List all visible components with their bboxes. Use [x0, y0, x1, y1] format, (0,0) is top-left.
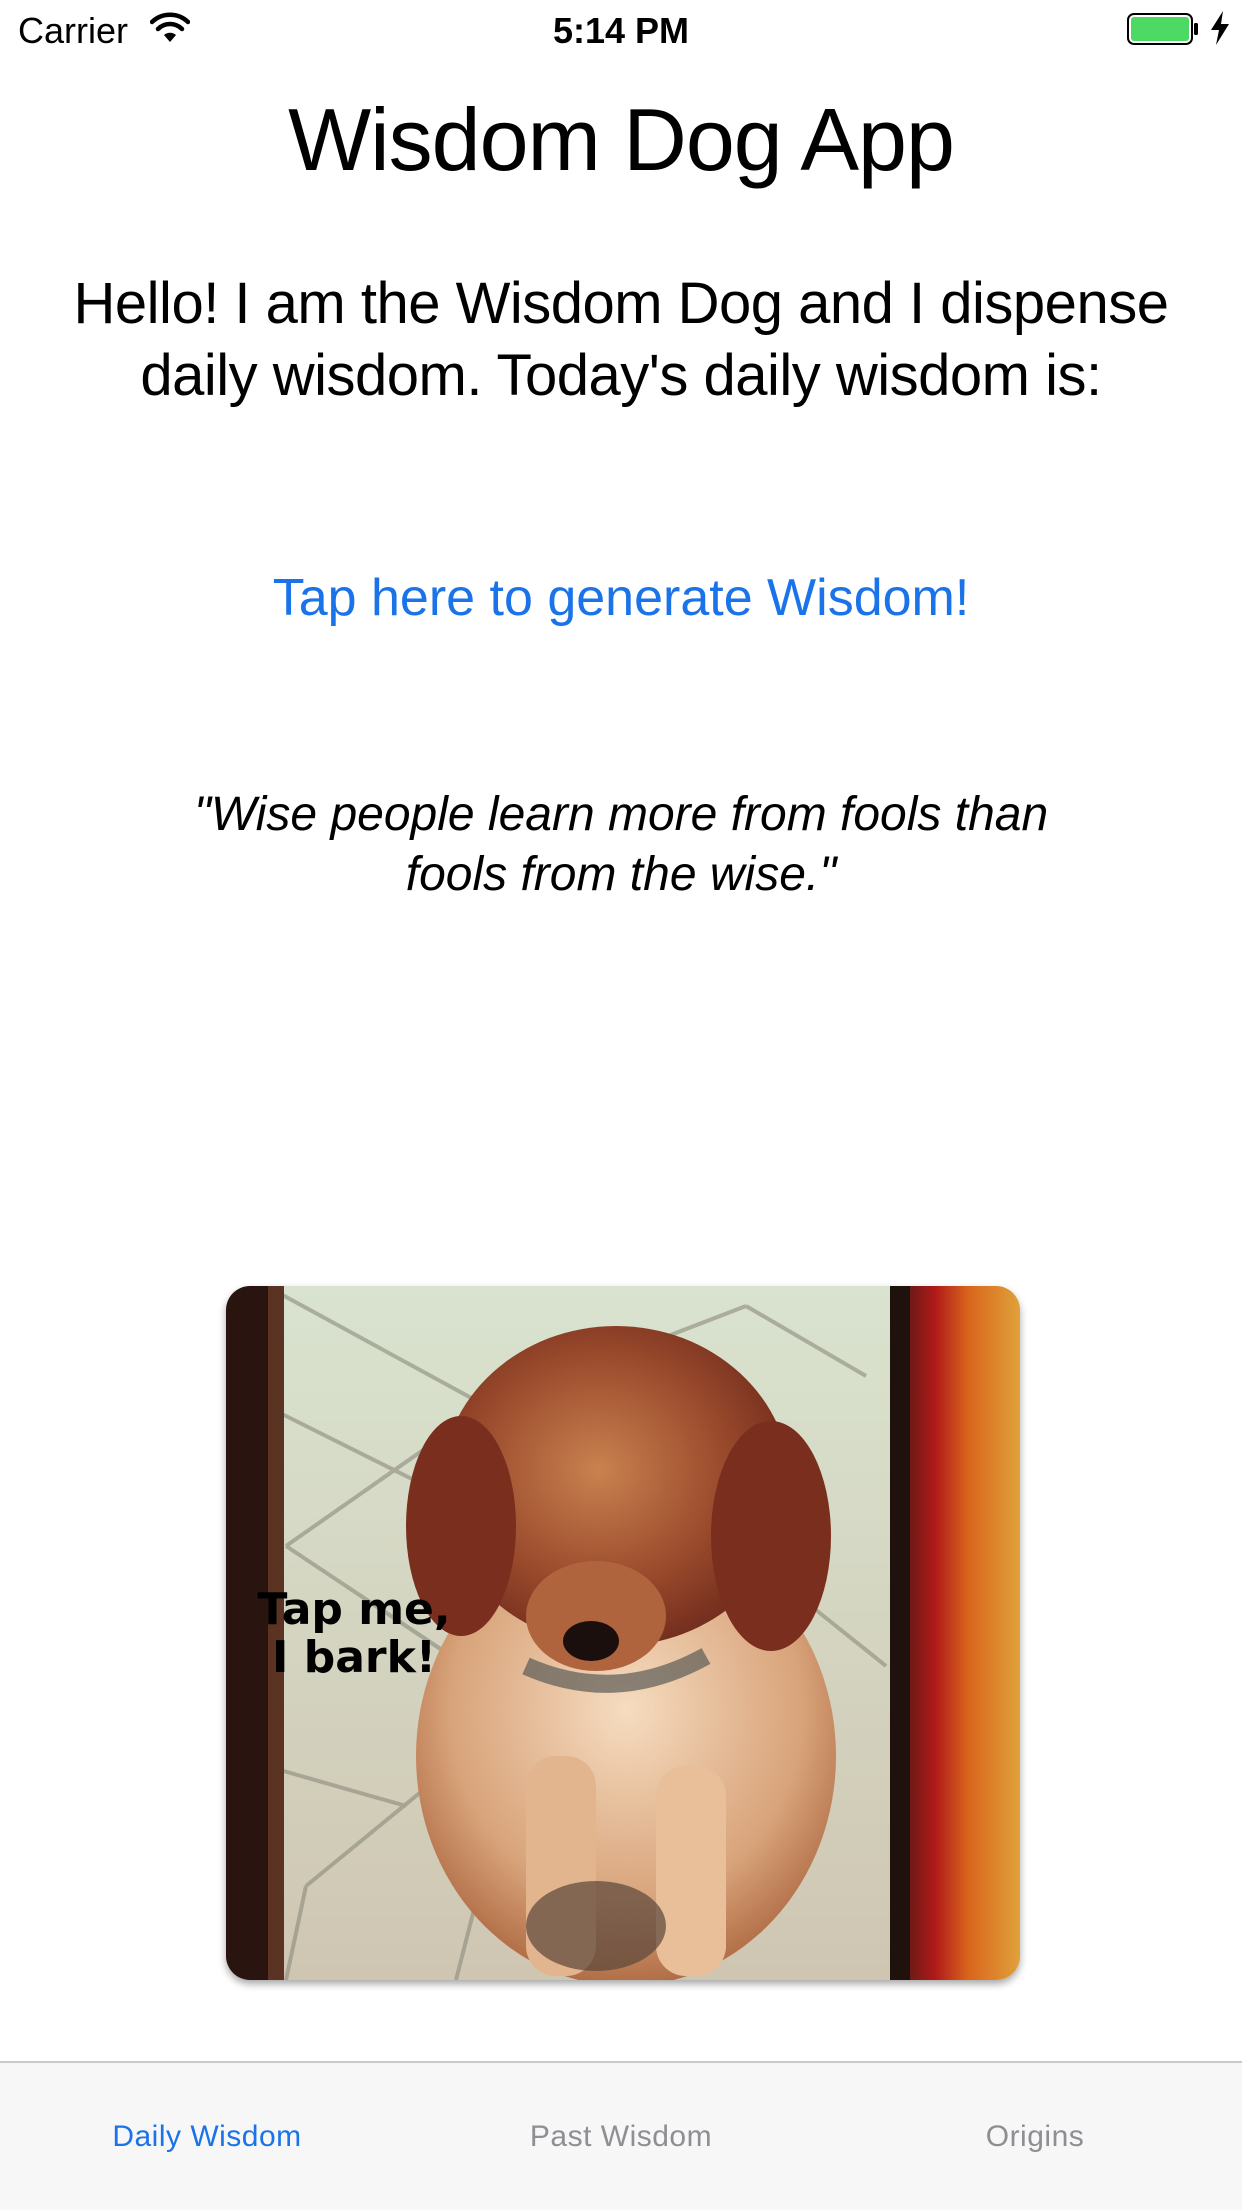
clock: 5:14 PM: [552, 10, 690, 51]
tab-bar: Daily Wisdom Past Wisdom Origins: [0, 2061, 1242, 2210]
dog-photo-button[interactable]: Tap me, I bark!: [226, 1286, 1020, 1980]
tab-origins[interactable]: Origins: [828, 2063, 1242, 2210]
charging-bolt-icon: [1211, 11, 1229, 45]
status-bar: Carrier 5:14 PM: [0, 0, 1242, 60]
wisdom-quote: "Wise people learn more from fools than …: [193, 788, 1049, 901]
tab-daily-wisdom[interactable]: Daily Wisdom: [0, 2063, 414, 2210]
photo-caption: Tap me, I bark!: [257, 1584, 451, 1683]
generate-wisdom-button[interactable]: Tap here to generate Wisdom!: [0, 565, 1242, 631]
tab-past-wisdom[interactable]: Past Wisdom: [414, 2063, 828, 2210]
intro-text: Hello! I am the Wisdom Dog and I dispens…: [73, 271, 1169, 408]
page-title: Wisdom Dog App: [288, 90, 955, 189]
battery-icon: [1127, 13, 1198, 45]
